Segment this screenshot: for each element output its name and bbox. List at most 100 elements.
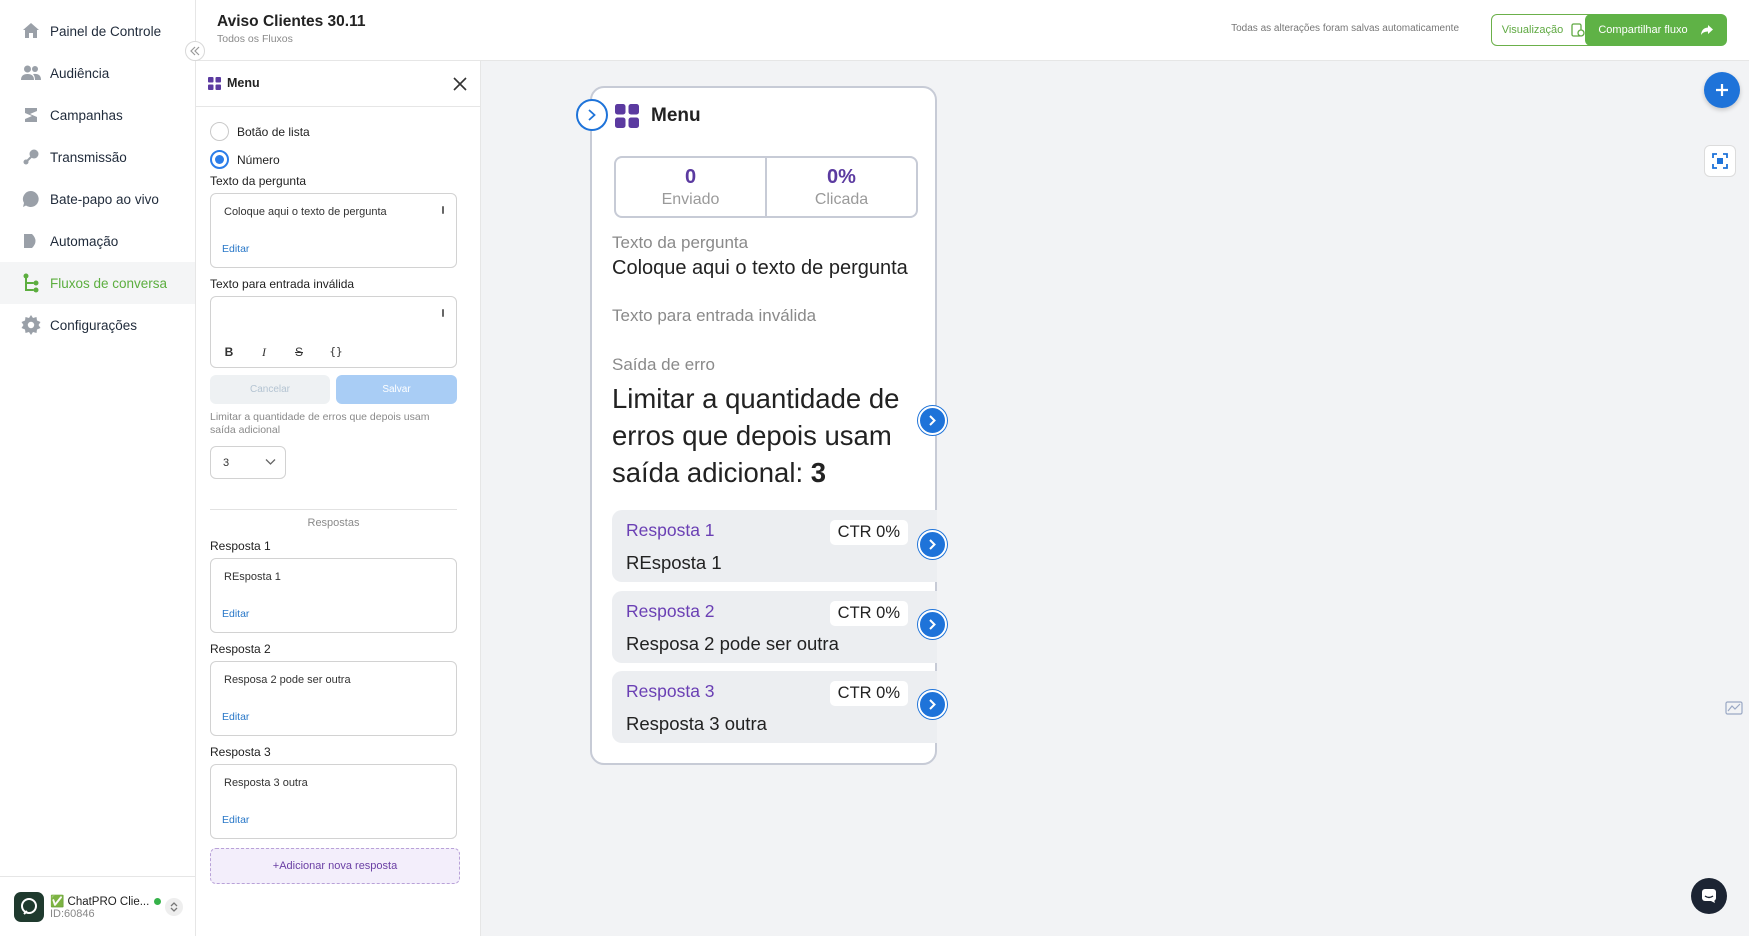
question-text: Coloque aqui o texto de pergunta: [224, 206, 387, 218]
menu-node[interactable]: Menu 0 Enviado 0% Clicada Texto da pergu…: [590, 86, 937, 765]
breadcrumb[interactable]: Todos os Fluxos: [217, 33, 293, 45]
switch-account-icon[interactable]: [165, 898, 183, 916]
invalid-input-text-field[interactable]: B I S {}: [210, 296, 457, 368]
collapse-sidebar-button[interactable]: [185, 41, 205, 61]
answers-heading: Respostas: [307, 517, 360, 529]
bold-button[interactable]: B: [222, 345, 236, 359]
radio-number[interactable]: Número: [210, 150, 280, 169]
add-answer-button[interactable]: +Adicionar nova resposta: [210, 848, 460, 884]
divider: [210, 509, 457, 510]
node-error-value: 3: [810, 457, 827, 488]
preview-button[interactable]: Visualização: [1491, 14, 1596, 46]
error-output-connector[interactable]: [918, 406, 947, 435]
save-button[interactable]: Salvar: [336, 375, 457, 404]
error-limit-select[interactable]: 3: [210, 446, 286, 479]
share-icon: [1700, 25, 1713, 35]
node-response-3[interactable]: Resposta 3 CTR 0% Resposta 3 outra: [612, 671, 937, 743]
minimap-icon[interactable]: [1725, 701, 1743, 715]
sidebar-item-automation[interactable]: Automação: [0, 220, 195, 262]
more-options-icon[interactable]: [442, 206, 444, 214]
edit-link[interactable]: Editar: [222, 814, 249, 826]
account-switcher[interactable]: ✅ ChatPRO Clie... ID:60846: [0, 876, 195, 936]
header: Aviso Clientes 30.11 Todos os Fluxos Tod…: [196, 0, 1749, 61]
chevron-right-icon: [929, 539, 936, 550]
error-limit-help: Limitar a quantidade de erros que depois…: [210, 411, 430, 436]
gear-icon: [20, 314, 42, 336]
sidebar-item-live-chat[interactable]: Bate-papo ao vivo: [0, 178, 195, 220]
radio-circle[interactable]: [210, 122, 229, 141]
question-label: Texto da pergunta: [210, 174, 307, 188]
sidebar-item-campaigns[interactable]: Campanhas: [0, 94, 195, 136]
flow-canvas[interactable]: Menu 0 Enviado 0% Clicada Texto da pergu…: [481, 61, 1749, 936]
users-icon: [20, 62, 42, 84]
invalid-input-label: Texto para entrada inválida: [210, 277, 355, 291]
sidebar-item-conversation-flows[interactable]: Fluxos de conversa: [0, 262, 195, 304]
answer-2-label: Resposta 2: [210, 642, 271, 656]
automation-icon: [20, 230, 42, 252]
more-options-icon[interactable]: [442, 309, 444, 317]
menu-grid-icon: [208, 76, 221, 90]
strikethrough-button[interactable]: S: [292, 345, 306, 359]
sidebar-item-label: Transmissão: [50, 149, 127, 165]
sidebar-item-label: Automação: [50, 233, 119, 249]
response-text: Resposa 2 pode ser outra: [626, 633, 839, 654]
fit-view-button[interactable]: [1704, 145, 1736, 177]
add-node-button[interactable]: [1704, 72, 1740, 108]
sidebar-item-settings[interactable]: Configurações: [0, 304, 195, 346]
share-flow-button[interactable]: Compartilhar fluxo: [1585, 14, 1727, 46]
sidebar-item-label: Campanhas: [50, 107, 123, 123]
stat-clicked: 0% Clicada: [765, 158, 916, 216]
answer-1-text: REsposta 1: [224, 571, 281, 583]
editor-header: Menu: [196, 61, 480, 107]
node-input-connector[interactable]: [576, 99, 608, 131]
home-icon: [20, 20, 42, 42]
answer-1-field[interactable]: REsposta 1 Editar: [210, 558, 457, 633]
account-id: ID:60846: [50, 907, 95, 920]
ctr-badge: CTR 0%: [829, 601, 908, 626]
broadcast-icon: [20, 146, 42, 168]
sidebar-item-label: Painel de Controle: [50, 23, 162, 39]
node-invalid-label: Texto para entrada inválida: [612, 306, 817, 325]
ctr-badge: CTR 0%: [829, 681, 908, 706]
edit-link[interactable]: Editar: [222, 711, 249, 723]
chat-bubble-icon: [20, 188, 42, 210]
question-text-field[interactable]: Coloque aqui o texto de pergunta Editar: [210, 193, 457, 268]
plus-icon: [1716, 84, 1728, 96]
answer-3-field[interactable]: Resposta 3 outra Editar: [210, 764, 457, 839]
share-button-label: Compartilhar fluxo: [1598, 24, 1688, 36]
preview-button-label: Visualização: [1501, 24, 1564, 36]
sidebar-item-audience[interactable]: Audiência: [0, 52, 195, 94]
radio-label: Botão de lista: [237, 124, 310, 139]
chat-icon: [1702, 889, 1716, 903]
response-2-output-connector[interactable]: [918, 610, 947, 639]
sidebar: Painel de Controle Audiência Campanhas T…: [0, 0, 196, 936]
response-3-output-connector[interactable]: [918, 690, 947, 719]
cancel-button[interactable]: Cancelar: [210, 375, 330, 404]
radio-circle-selected[interactable]: [210, 150, 229, 169]
edit-link[interactable]: Editar: [222, 608, 249, 620]
sidebar-item-label: Bate-papo ao vivo: [50, 191, 159, 207]
node-title: Menu: [651, 105, 701, 126]
answer-1-label: Resposta 1: [210, 539, 271, 553]
node-response-1[interactable]: Resposta 1 CTR 0% REsposta 1: [612, 510, 937, 582]
editor-title: Menu: [227, 76, 260, 90]
account-name: ✅ ChatPRO Clie...: [50, 894, 162, 908]
sidebar-item-dashboard[interactable]: Painel de Controle: [0, 10, 195, 52]
node-response-2[interactable]: Resposta 2 CTR 0% Resposa 2 pode ser out…: [612, 591, 937, 663]
support-chat-button[interactable]: [1691, 878, 1727, 914]
edit-link[interactable]: Editar: [222, 243, 249, 255]
radio-list-button[interactable]: Botão de lista: [210, 122, 310, 141]
answer-2-field[interactable]: Resposa 2 pode ser outra Editar: [210, 661, 457, 736]
close-icon[interactable]: [452, 76, 468, 92]
node-error-label: Saída de erro: [612, 355, 716, 374]
stat-value: 0%: [827, 166, 856, 188]
code-button[interactable]: {}: [327, 345, 345, 358]
response-1-output-connector[interactable]: [918, 530, 947, 559]
stat-label: Clicada: [814, 191, 869, 208]
chevron-right-icon: [588, 109, 596, 121]
stat-value: 0: [684, 166, 697, 188]
italic-button[interactable]: I: [257, 345, 271, 360]
response-text: Resposta 3 outra: [626, 713, 767, 734]
campaign-icon: [20, 104, 42, 126]
sidebar-item-broadcast[interactable]: Transmissão: [0, 136, 195, 178]
